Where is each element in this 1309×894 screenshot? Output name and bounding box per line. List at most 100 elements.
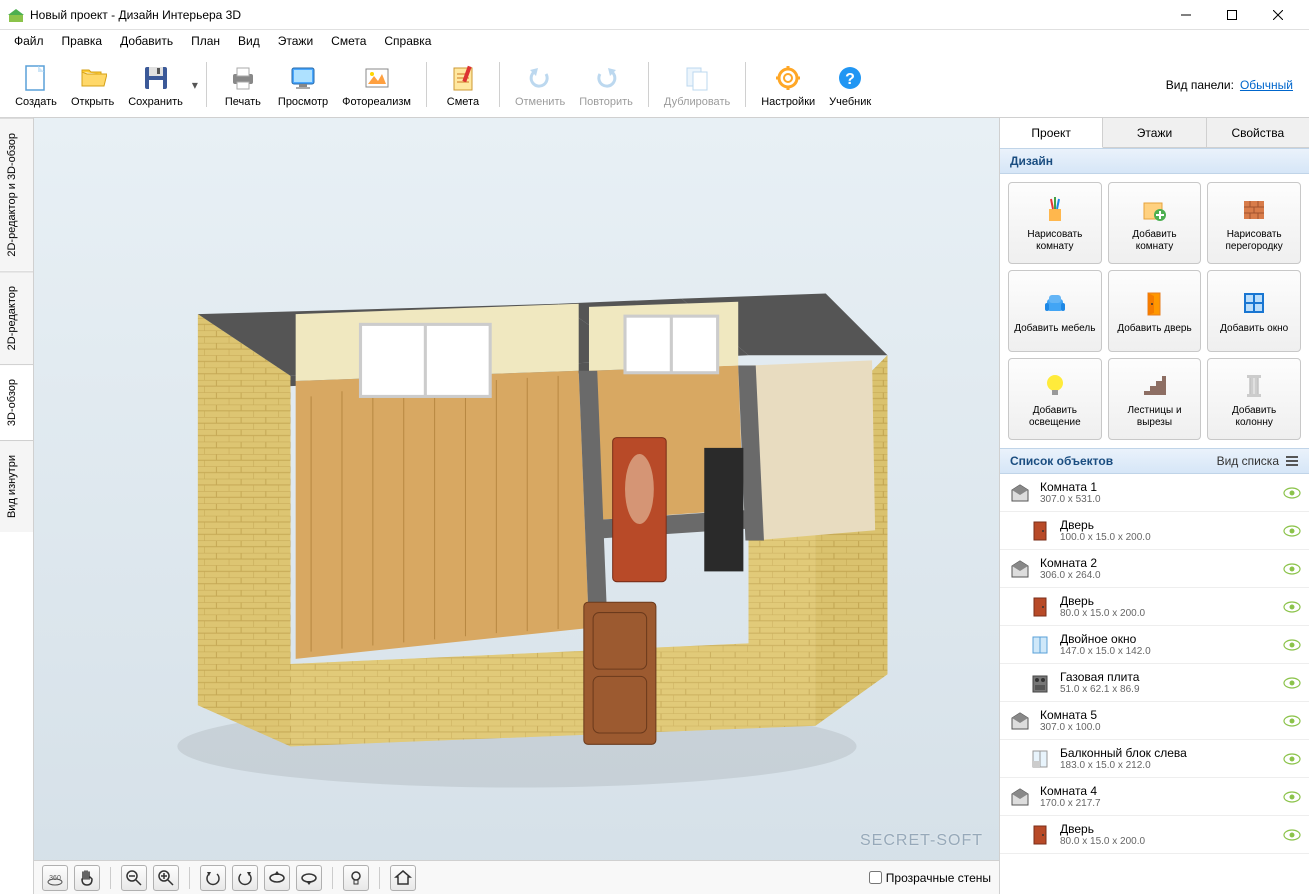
add-furniture-button[interactable]: Добавить мебель: [1008, 270, 1102, 352]
close-button[interactable]: [1255, 0, 1301, 30]
menu-file[interactable]: Файл: [6, 32, 52, 50]
3d-view-area[interactable]: [34, 118, 999, 860]
tab-properties[interactable]: Свойства: [1207, 118, 1309, 147]
redo-button[interactable]: Повторить: [572, 56, 640, 113]
stairs-icon: [1138, 369, 1170, 401]
settings-button[interactable]: Настройки: [754, 56, 822, 113]
maximize-button[interactable]: [1209, 0, 1255, 30]
object-row-child[interactable]: Газовая плита51.0 x 62.1 x 86.9: [1000, 664, 1309, 702]
object-row-child[interactable]: Двойное окно147.0 x 15.0 x 142.0: [1000, 626, 1309, 664]
rotate-right-button[interactable]: [232, 865, 258, 891]
rotate-360-button[interactable]: 360: [42, 865, 68, 891]
zoom-in-button[interactable]: [153, 865, 179, 891]
home-view-button[interactable]: [390, 865, 416, 891]
photoreal-button[interactable]: Фотореализм: [335, 56, 418, 113]
tutorial-button[interactable]: ? Учебник: [822, 56, 878, 113]
draw-partition-button[interactable]: Нарисовать перегородку: [1207, 182, 1301, 264]
object-dimensions: 80.0 x 15.0 x 200.0: [1060, 836, 1283, 847]
tab-floors[interactable]: Этажи: [1103, 118, 1206, 147]
transparent-walls-checkbox[interactable]: [869, 871, 882, 884]
tab-inside-view[interactable]: Вид изнутри: [0, 440, 33, 532]
visibility-eye-icon[interactable]: [1283, 487, 1301, 499]
menu-floors[interactable]: Этажи: [270, 32, 321, 50]
lighting-button[interactable]: [343, 865, 369, 891]
print-button[interactable]: Печать: [215, 56, 271, 113]
minimize-button[interactable]: [1163, 0, 1209, 30]
object-row-room[interactable]: Комната 5307.0 x 100.0: [1000, 702, 1309, 740]
bulb-icon: [1039, 369, 1071, 401]
save-icon: [140, 62, 172, 94]
menu-add[interactable]: Добавить: [112, 32, 181, 50]
new-file-icon: [20, 62, 52, 94]
object-dimensions: 147.0 x 15.0 x 142.0: [1060, 646, 1283, 657]
stairs-cutouts-button[interactable]: Лестницы и вырезы: [1108, 358, 1202, 440]
duplicate-icon: [681, 62, 713, 94]
estimate-button[interactable]: Смета: [435, 56, 491, 113]
notepad-icon: [447, 62, 479, 94]
duplicate-button[interactable]: Дублировать: [657, 56, 737, 113]
object-row-child[interactable]: Дверь80.0 x 15.0 x 200.0: [1000, 588, 1309, 626]
viewport[interactable]: 360 Прозрачные стены SECRET-SOFT: [34, 118, 999, 894]
object-row-room[interactable]: Комната 2306.0 x 264.0: [1000, 550, 1309, 588]
object-row-room[interactable]: Комната 1307.0 x 531.0: [1000, 474, 1309, 512]
window-title: Новый проект - Дизайн Интерьера 3D: [30, 8, 1163, 22]
column-icon: [1238, 369, 1270, 401]
tab-3d-view[interactable]: 3D-обзор: [0, 364, 33, 440]
list-view-mode[interactable]: Вид списка: [1217, 454, 1299, 468]
tilt-down-button[interactable]: [296, 865, 322, 891]
undo-button[interactable]: Отменить: [508, 56, 572, 113]
tilt-up-button[interactable]: [264, 865, 290, 891]
tab-project[interactable]: Проект: [1000, 118, 1103, 148]
tab-2d-3d-combined[interactable]: 2D-редактор и 3D-обзор: [0, 118, 33, 271]
add-lighting-button[interactable]: Добавить освещение: [1008, 358, 1102, 440]
design-section-header: Дизайн: [1000, 148, 1309, 174]
visibility-eye-icon[interactable]: [1283, 753, 1301, 765]
preview-button[interactable]: Просмотр: [271, 56, 335, 113]
viewbar: 360 Прозрачные стены: [34, 860, 999, 894]
menu-estimate[interactable]: Смета: [323, 32, 374, 50]
open-button[interactable]: Открыть: [64, 56, 121, 113]
create-button[interactable]: Создать: [8, 56, 64, 113]
add-window-button[interactable]: Добавить окно: [1207, 270, 1301, 352]
visibility-eye-icon[interactable]: [1283, 525, 1301, 537]
rotate-left-button[interactable]: [200, 865, 226, 891]
visibility-eye-icon[interactable]: [1283, 829, 1301, 841]
object-row-room[interactable]: Комната 4170.0 x 217.7: [1000, 778, 1309, 816]
pan-button[interactable]: [74, 865, 100, 891]
save-dropdown-arrow[interactable]: ▾: [192, 78, 198, 92]
menu-view[interactable]: Вид: [230, 32, 268, 50]
transparent-walls-toggle[interactable]: Прозрачные стены: [869, 871, 991, 885]
3d-floorplan: [102, 170, 932, 808]
tab-2d-editor[interactable]: 2D-редактор: [0, 271, 33, 364]
object-dimensions: 183.0 x 15.0 x 212.0: [1060, 760, 1283, 771]
balcony-icon: [1028, 747, 1052, 771]
gear-icon: [772, 62, 804, 94]
panel-mode-link[interactable]: Обычный: [1240, 78, 1293, 92]
visibility-eye-icon[interactable]: [1283, 639, 1301, 651]
menu-help[interactable]: Справка: [376, 32, 439, 50]
object-list[interactable]: Комната 1307.0 x 531.0Дверь100.0 x 15.0 …: [1000, 474, 1309, 894]
visibility-eye-icon[interactable]: [1283, 715, 1301, 727]
brick-wall-icon: [1238, 193, 1270, 225]
object-row-child[interactable]: Дверь100.0 x 15.0 x 200.0: [1000, 512, 1309, 550]
menu-edit[interactable]: Правка: [54, 32, 111, 50]
visibility-eye-icon[interactable]: [1283, 563, 1301, 575]
svg-text:360: 360: [49, 875, 61, 882]
visibility-eye-icon[interactable]: [1283, 601, 1301, 613]
object-row-child[interactable]: Балконный блок слева183.0 x 15.0 x 212.0: [1000, 740, 1309, 778]
object-dimensions: 51.0 x 62.1 x 86.9: [1060, 684, 1283, 695]
draw-room-button[interactable]: Нарисовать комнату: [1008, 182, 1102, 264]
add-room-button[interactable]: Добавить комнату: [1108, 182, 1202, 264]
visibility-eye-icon[interactable]: [1283, 791, 1301, 803]
design-tools-grid: Нарисовать комнату Добавить комнату Нари…: [1000, 174, 1309, 448]
visibility-eye-icon[interactable]: [1283, 677, 1301, 689]
save-button[interactable]: Сохранить: [121, 56, 190, 113]
room-icon: [1008, 785, 1032, 809]
add-column-button[interactable]: Добавить колонну: [1207, 358, 1301, 440]
object-row-child[interactable]: Дверь80.0 x 15.0 x 200.0: [1000, 816, 1309, 854]
monitor-icon: [287, 62, 319, 94]
menu-plan[interactable]: План: [183, 32, 228, 50]
object-dimensions: 170.0 x 217.7: [1040, 798, 1283, 809]
zoom-out-button[interactable]: [121, 865, 147, 891]
add-door-button[interactable]: Добавить дверь: [1108, 270, 1202, 352]
